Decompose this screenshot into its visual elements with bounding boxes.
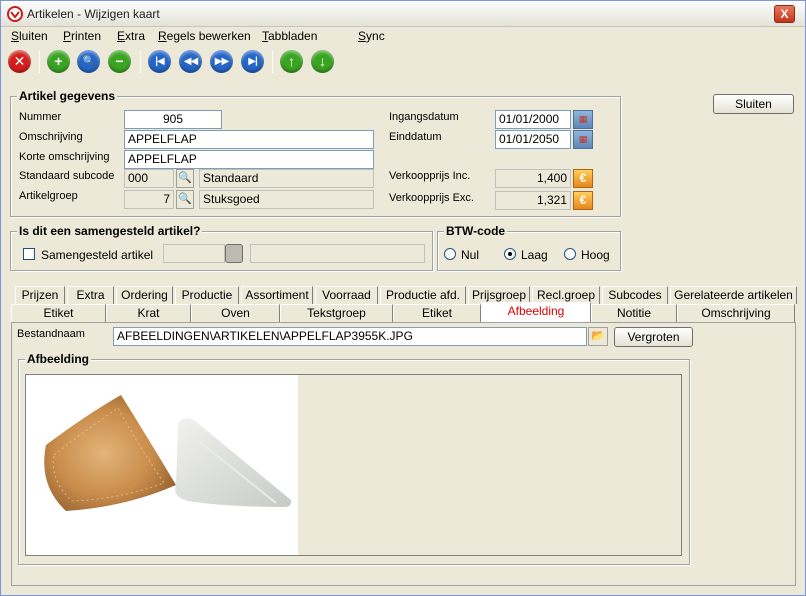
euro-icon[interactable]: € (573, 169, 593, 188)
tab-krat[interactable]: Krat (106, 304, 191, 322)
tab-productie-afd[interactable]: Productie afd. (380, 286, 466, 304)
samengesteld-description (250, 244, 425, 263)
verkoopprijs-exc-field[interactable]: 1,321 (495, 191, 571, 210)
search-button[interactable]: 🔍 (77, 50, 100, 73)
tab-etiket[interactable]: Etiket (11, 304, 106, 322)
samengesteld-title: Is dit een samengesteld artikel? (17, 224, 203, 238)
artikelgroep-description: Stuksgoed (199, 190, 374, 209)
subcode-description: Standaard (199, 169, 374, 188)
tab-etiket-2[interactable]: Etiket (393, 304, 481, 322)
menu-regels-bewerken[interactable]: Regels bewerken (158, 29, 251, 43)
menu-bar: Sluiten Printen Extra Regels bewerken Ta… (1, 27, 805, 45)
euro-icon[interactable]: € (573, 191, 593, 210)
menu-sync[interactable]: Sync (358, 29, 385, 43)
ingangsdatum-label: Ingangsdatum (389, 111, 459, 123)
bestandnaam-label: Bestandnaam (17, 328, 85, 340)
remove-button[interactable]: − (108, 50, 131, 73)
last-record-button[interactable]: ▶| (241, 50, 264, 73)
nummer-label: Nummer (19, 111, 62, 123)
window-close-button[interactable]: X (774, 5, 795, 23)
korte-omschrijving-field[interactable]: APPELFLAP (124, 150, 374, 169)
tab-assortiment[interactable]: Assortiment (241, 286, 313, 304)
tab-subcodes[interactable]: Subcodes (602, 286, 668, 304)
menu-printen[interactable]: Printen (63, 29, 101, 43)
einddatum-field[interactable]: 01/01/2050 (495, 130, 571, 149)
next-record-button[interactable]: ▶▶ (210, 50, 233, 73)
toolbar-separator (39, 51, 40, 73)
btw-code-title: BTW-code (444, 224, 508, 238)
btw-hoog-radio[interactable] (564, 248, 576, 260)
tab-tekstgroep[interactable]: Tekstgroep (280, 304, 393, 322)
tab-voorraad[interactable]: Voorraad (315, 286, 378, 304)
menu-extra[interactable]: Extra (117, 29, 145, 43)
tab-productie[interactable]: Productie (175, 286, 239, 304)
title-bar: Artikelen - Wijzigen kaart X (1, 1, 805, 27)
tab-ordering[interactable]: Ordering (116, 286, 173, 304)
btw-nul-label: Nul (461, 248, 480, 262)
bestandnaam-field[interactable]: AFBEELDINGEN\ARTIKELEN\APPELFLAP3955K.JP… (113, 327, 587, 346)
toolbar-separator (272, 51, 273, 73)
toolbar: ✕ + 🔍 − |◀ ◀◀ ▶▶ ▶| ↑ ↓ (1, 47, 805, 77)
app-window: Artikelen - Wijzigen kaart X Sluiten Pri… (0, 0, 806, 596)
app-logo-icon (7, 6, 23, 22)
omschrijving-field[interactable]: APPELFLAP (124, 130, 374, 149)
omschrijving-label: Omschrijving (19, 131, 83, 143)
tab-prijzen[interactable]: Prijzen (15, 286, 65, 304)
previous-record-button[interactable]: ◀◀ (179, 50, 202, 73)
first-record-button[interactable]: |◀ (148, 50, 171, 73)
samengesteld-label: Samengesteld artikel (41, 248, 154, 262)
ingangsdatum-field[interactable]: 01/01/2000 (495, 110, 571, 129)
sluiten-button[interactable]: Sluiten (713, 94, 794, 114)
folder-open-icon[interactable]: 📂 (588, 327, 608, 346)
samengesteld-code-field (163, 244, 225, 263)
subcode-search-icon[interactable]: 🔍 (176, 169, 194, 188)
cancel-button[interactable]: ✕ (8, 50, 31, 73)
calendar-icon[interactable]: ▦ (573, 110, 593, 129)
window-title: Artikelen - Wijzigen kaart (27, 7, 160, 21)
appelflap-picture (44, 395, 292, 511)
tab-oven[interactable]: Oven (191, 304, 280, 322)
einddatum-label: Einddatum (389, 131, 442, 143)
btw-hoog-label: Hoog (581, 248, 610, 262)
korte-omschrijving-label: Korte omschrijving (19, 151, 110, 163)
tab-gerelateerde-artikelen[interactable]: Gerelateerde artikelen (670, 286, 797, 304)
standaard-subcode-label: Standaard subcode (19, 170, 115, 182)
move-up-button[interactable]: ↑ (280, 50, 303, 73)
tab-afbeelding[interactable]: Afbeelding (481, 302, 591, 323)
calendar-icon[interactable]: ▦ (573, 130, 593, 149)
verkoopprijs-inc-label: Verkoopprijs Inc. (389, 170, 471, 182)
btw-laag-label: Laag (521, 248, 548, 262)
move-down-button[interactable]: ↓ (311, 50, 334, 73)
tab-notitie[interactable]: Notitie (591, 304, 677, 322)
afbeelding-title: Afbeelding (25, 352, 91, 366)
tab-omschrijving[interactable]: Omschrijving (677, 304, 795, 322)
verkoopprijs-exc-label: Verkoopprijs Exc. (389, 192, 474, 204)
add-button[interactable]: + (47, 50, 70, 73)
artikel-gegevens-title: Artikel gegevens (17, 89, 118, 103)
tab-extra[interactable]: Extra (67, 286, 114, 304)
vergroten-button[interactable]: Vergroten (614, 327, 693, 347)
subcode-field[interactable]: 000 (124, 169, 174, 188)
samengesteld-checkbox[interactable] (23, 248, 35, 260)
artikelgroep-search-icon[interactable]: 🔍 (176, 190, 194, 209)
product-image (26, 375, 298, 555)
artikelgroep-field[interactable]: 7 (124, 190, 174, 209)
toolbar-separator (140, 51, 141, 73)
menu-tabbladen[interactable]: Tabbladen (262, 29, 317, 43)
nummer-field[interactable]: 905 (124, 110, 222, 129)
btw-laag-radio[interactable] (504, 248, 516, 260)
btw-nul-radio[interactable] (444, 248, 456, 260)
samengesteld-picker-button[interactable] (225, 244, 243, 263)
verkoopprijs-inc-field[interactable]: 1,400 (495, 169, 571, 188)
artikelgroep-label: Artikelgroep (19, 190, 78, 202)
menu-sluiten[interactable]: Sluiten (11, 29, 48, 43)
